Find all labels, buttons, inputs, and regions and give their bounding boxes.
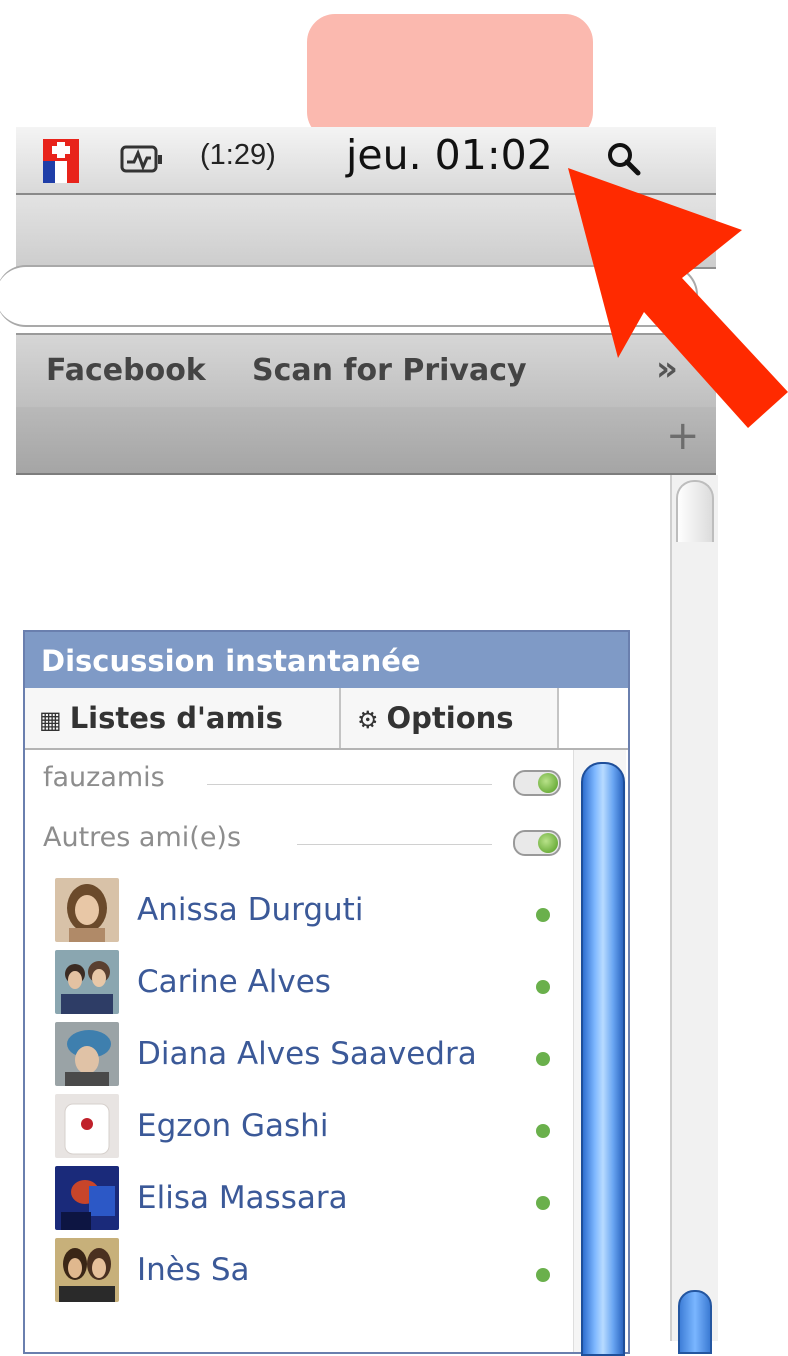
online-status-dot	[536, 1196, 550, 1210]
avatar	[55, 878, 119, 942]
group-divider	[297, 844, 492, 845]
group-label: fauzamis	[43, 762, 165, 793]
friend-item[interactable]: Egzon Gashi	[25, 1094, 585, 1166]
avatar	[55, 1022, 119, 1086]
red-arrow-annotation	[568, 168, 788, 428]
friend-item[interactable]: Diana Alves Saavedra	[25, 1022, 585, 1094]
activity-monitor-icon[interactable]	[120, 143, 164, 177]
group-label: Autres ami(e)s	[43, 822, 242, 853]
friend-item[interactable]: Inès Sa	[25, 1238, 585, 1310]
online-status-dot	[536, 1052, 550, 1066]
avatar	[55, 1166, 119, 1230]
online-status-dot	[536, 980, 550, 994]
tab-options-label: Options	[386, 701, 514, 735]
page-scrollbar-thumb[interactable]	[678, 1290, 712, 1354]
input-source-flag-icon[interactable]	[43, 139, 79, 183]
menu-bar-clock[interactable]: jeu. 01:02	[346, 131, 553, 179]
bookmark-facebook[interactable]: Facebook	[46, 353, 206, 388]
chat-title[interactable]: Discussion instantanée	[25, 632, 628, 688]
tab-friend-lists-label: Listes d'amis	[69, 701, 283, 735]
group-autres-amis-toggle[interactable]	[513, 830, 561, 856]
group-fauzamis[interactable]: fauzamis	[43, 762, 165, 802]
friend-name: Elisa Massara	[137, 1180, 348, 1216]
tab-options[interactable]: ⚙ Options	[341, 688, 559, 748]
online-status-dot	[536, 1124, 550, 1138]
avatar	[55, 1094, 119, 1158]
friend-item[interactable]: Elisa Massara	[25, 1166, 585, 1238]
grid-icon: ▦	[39, 706, 62, 734]
avatar	[55, 950, 119, 1014]
group-divider	[207, 784, 492, 785]
friend-name: Carine Alves	[137, 964, 331, 1000]
tab-friend-lists[interactable]: ▦ Listes d'amis	[25, 688, 341, 748]
online-status-dot	[536, 908, 550, 922]
friend-item[interactable]: Carine Alves	[25, 950, 585, 1022]
friends-list: fauzamis Autres ami(e)s Anissa Durguti C…	[25, 750, 628, 1352]
friend-name: Inès Sa	[137, 1252, 250, 1288]
chat-panel: Discussion instantanée ▦ Listes d'amis ⚙ O…	[23, 630, 630, 1356]
group-autres-amis[interactable]: Autres ami(e)s	[43, 822, 241, 862]
friend-name: Anissa Durguti	[137, 892, 364, 928]
friend-name: Egzon Gashi	[137, 1108, 329, 1144]
avatar	[55, 1238, 119, 1302]
online-status-dot	[536, 1268, 550, 1282]
friend-name: Diana Alves Saavedra	[137, 1036, 477, 1072]
group-fauzamis-toggle[interactable]	[513, 770, 561, 796]
gear-icon: ⚙	[357, 706, 379, 734]
battery-time-remaining[interactable]: (1:29)	[200, 139, 276, 172]
friend-item[interactable]: Anissa Durguti	[25, 878, 585, 950]
page-scrollbar-top-cap	[676, 480, 714, 542]
page-scrollbar-track[interactable]	[670, 475, 718, 1341]
chat-tabs: ▦ Listes d'amis ⚙ Options	[25, 688, 628, 750]
highlight-callout	[307, 14, 593, 140]
bookmark-scan-for-privacy[interactable]: Scan for Privacy	[252, 353, 527, 388]
